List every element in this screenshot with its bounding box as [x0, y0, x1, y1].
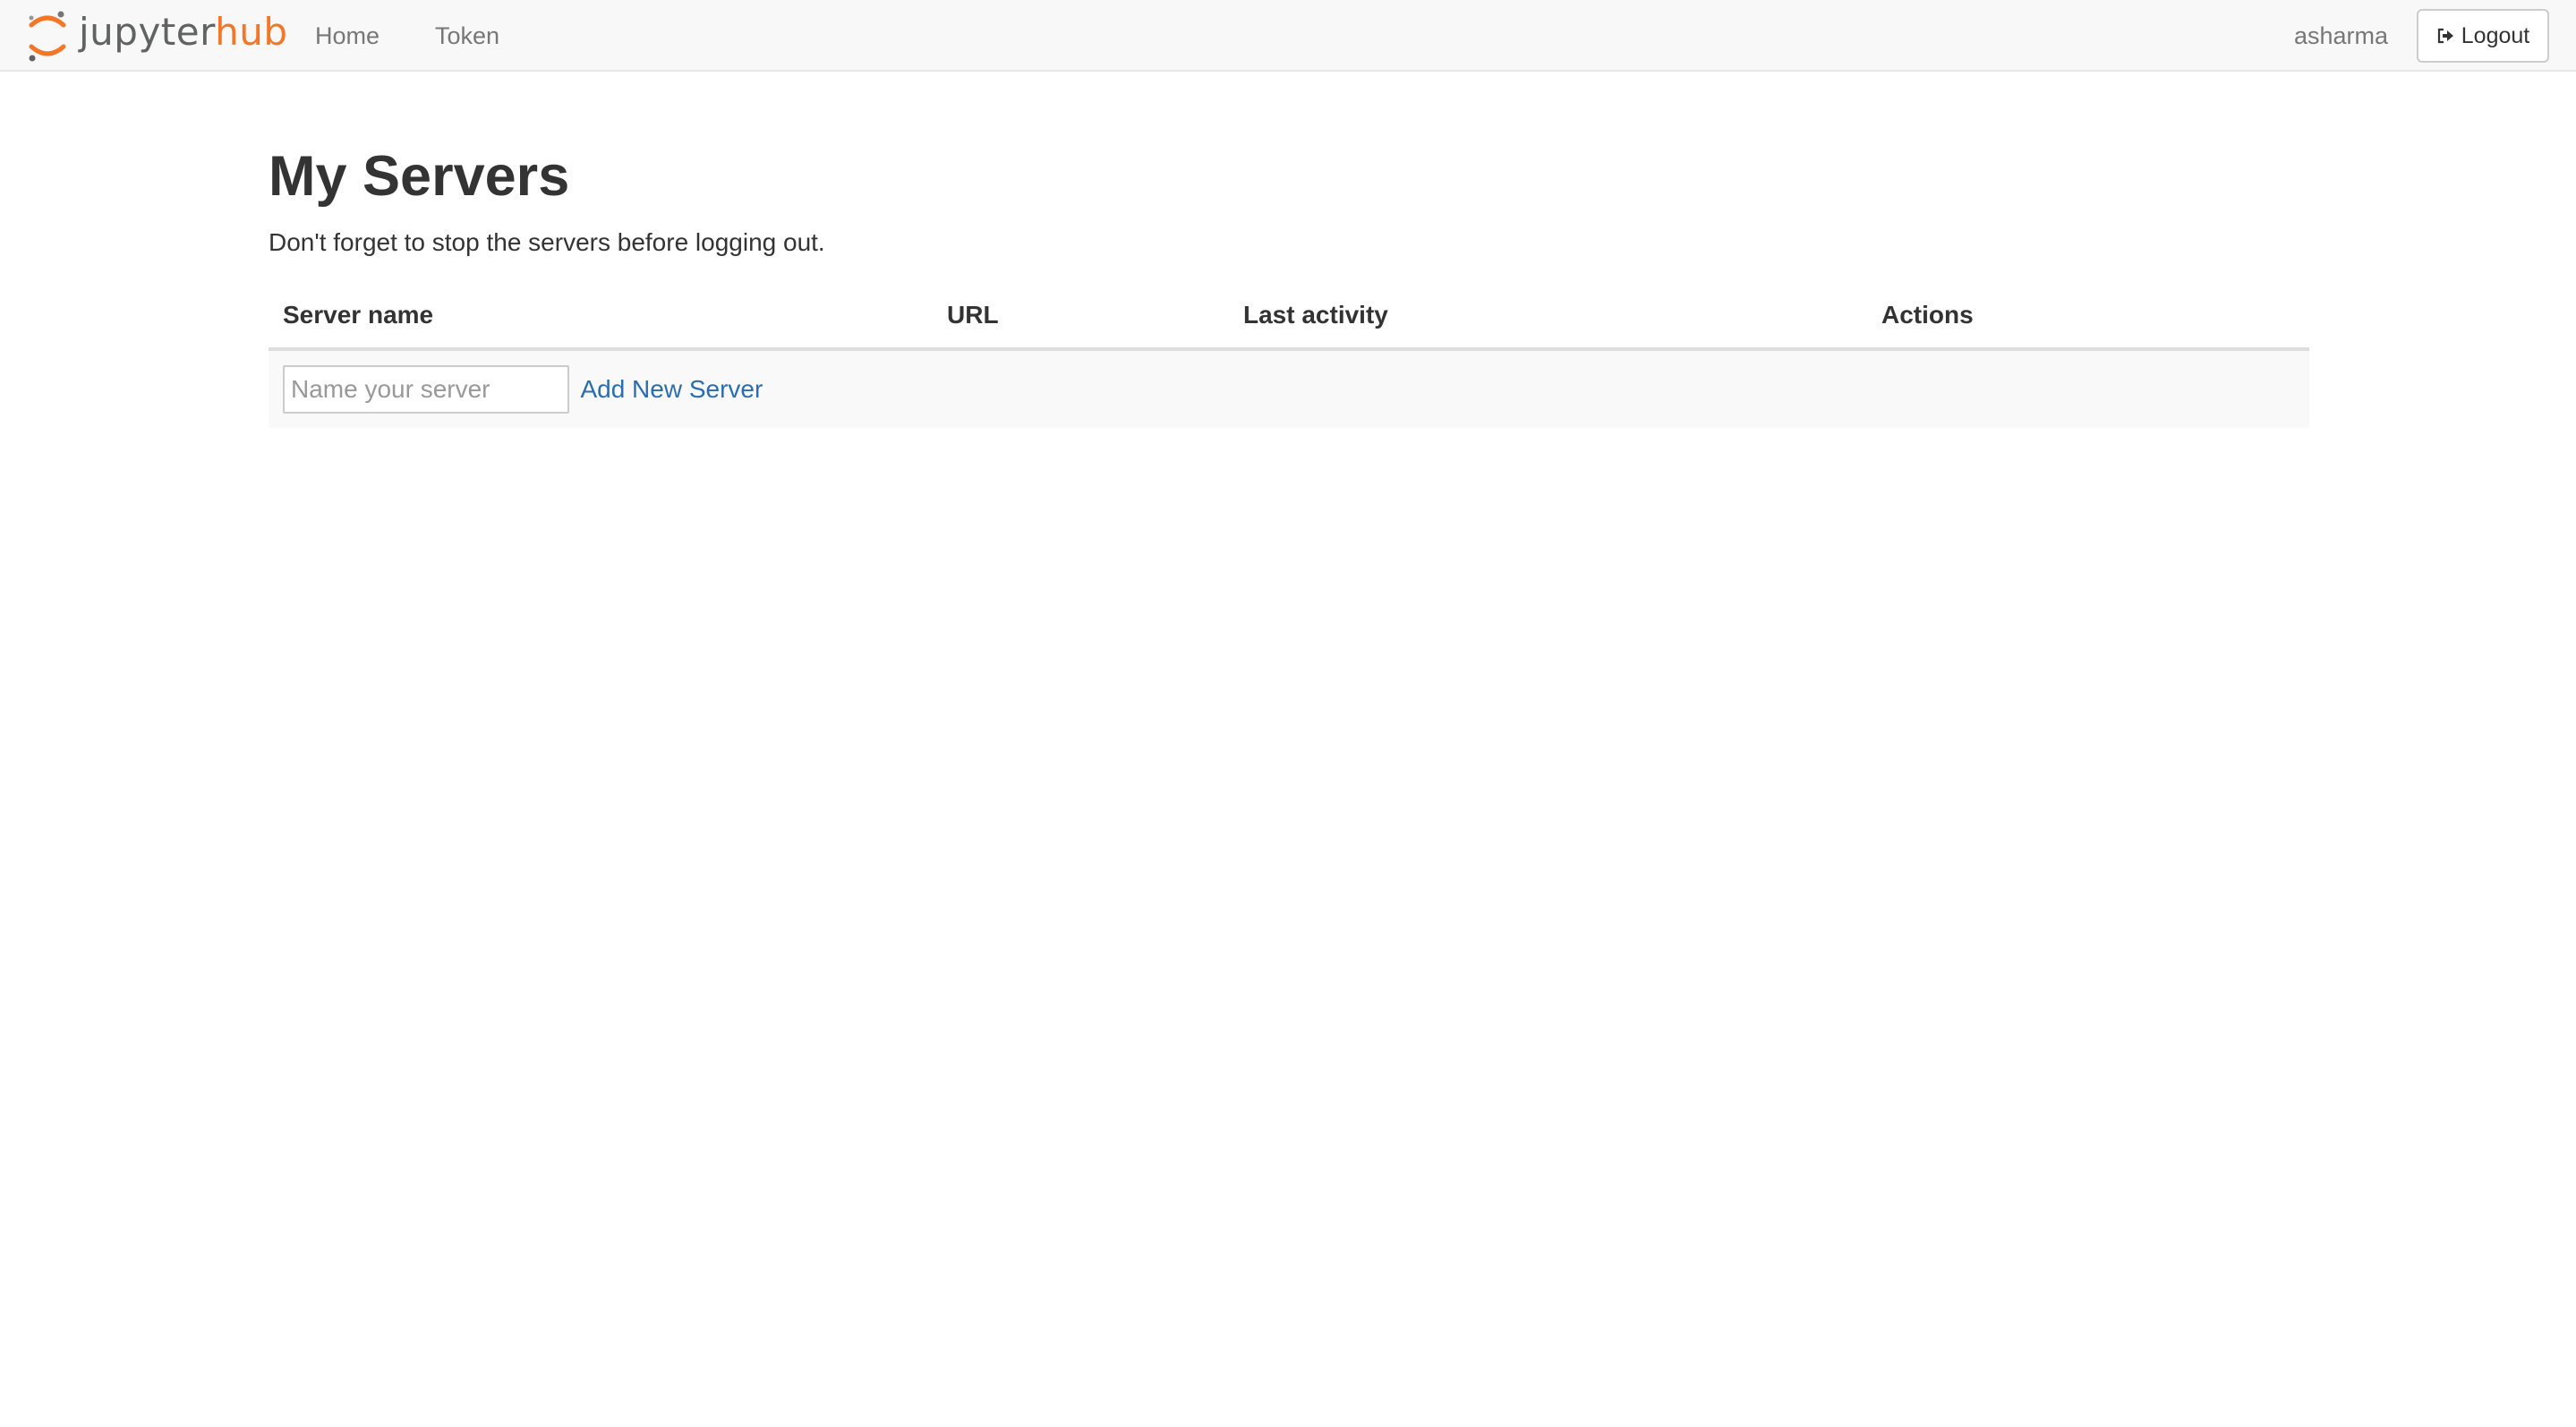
logout-label: Logout [2461, 22, 2530, 48]
page-title: My Servers [269, 145, 570, 208]
logo-word-hub: hub [215, 10, 288, 54]
servers-table: Server name URL Last activity Actions Ad… [269, 283, 2309, 428]
column-header-url: URL [933, 283, 1229, 351]
new-server-cell: Add New Server [269, 349, 2309, 428]
navbar: jupyterhub Home Token asharma Logout [0, 0, 2576, 72]
main-content: My Servers Don't forget to stop the serv… [269, 134, 2309, 428]
column-header-server-name: Server name [269, 283, 933, 351]
column-header-actions: Actions [1867, 283, 2309, 351]
add-new-server-link[interactable]: Add New Server [580, 375, 763, 403]
column-header-last-activity: Last activity [1229, 283, 1867, 351]
sign-out-icon [2436, 27, 2454, 45]
jupyter-logo-icon [27, 8, 68, 64]
logo-wordmark: jupyterhub [79, 13, 288, 51]
logout-button[interactable]: Logout [2417, 9, 2549, 63]
server-name-input[interactable] [283, 365, 569, 414]
logout-reminder: Don't forget to stop the servers before … [269, 228, 825, 256]
table-header-row: Server name URL Last activity Actions [269, 283, 2309, 351]
nav-token-link[interactable]: Token [435, 0, 499, 72]
nav-home-link[interactable]: Home [315, 0, 380, 72]
logo-word-jupyter: jupyter [79, 10, 216, 54]
username-label: asharma [2293, 22, 2388, 49]
new-server-row: Add New Server [269, 349, 2309, 428]
jupyterhub-logo[interactable]: jupyterhub [27, 7, 288, 64]
